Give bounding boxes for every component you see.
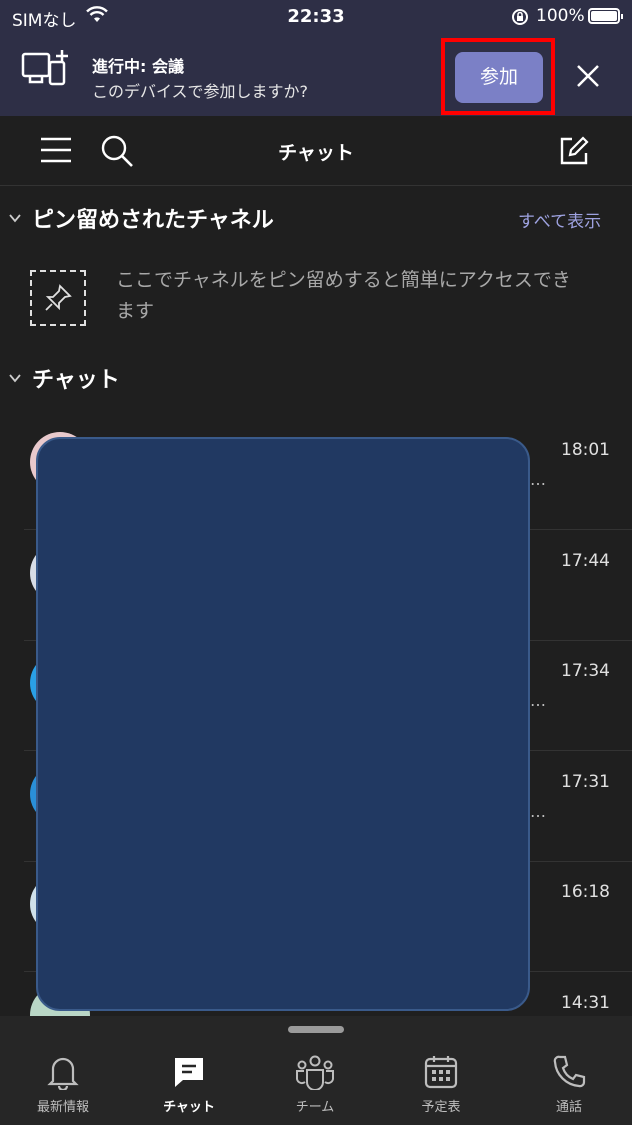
status-bar: SIMなし 22:33 100% <box>0 0 632 34</box>
tab-activity[interactable]: 最新情報 <box>0 1054 126 1115</box>
tab-teams[interactable]: チーム <box>252 1054 378 1115</box>
tab-label: チーム <box>295 1100 335 1115</box>
tab-label: 予定表 <box>421 1100 461 1115</box>
message-preview-ellipsis: … <box>530 801 547 821</box>
tab-label: 最新情報 <box>36 1100 89 1115</box>
pinned-empty-text: ここでチャネルをピン留めすると簡単にアクセスできます <box>116 269 571 322</box>
redaction-overlay <box>36 437 530 1011</box>
chevron-down-icon[interactable] <box>8 210 22 229</box>
tab-chat[interactable]: チャット <box>126 1054 252 1115</box>
meeting-banner: 進行中: 会議 このデバイスで参加しますか? 参加 <box>0 34 632 116</box>
compose-icon[interactable] <box>558 135 590 171</box>
chat-section-title: チャット <box>32 368 120 393</box>
chat-time: 18:01 <box>561 440 610 460</box>
teams-icon <box>296 1055 334 1090</box>
page-title: チャット <box>278 142 354 164</box>
chat-time: 17:34 <box>561 661 610 681</box>
chevron-down-icon[interactable] <box>8 370 22 389</box>
banner-title: 進行中: 会議 <box>92 57 184 76</box>
device-add-icon <box>20 48 72 96</box>
join-button[interactable]: 参加 <box>455 52 543 103</box>
calendar-icon <box>424 1056 458 1089</box>
chat-time: 17:44 <box>561 550 610 571</box>
orientation-lock-icon <box>510 7 530 31</box>
phone-icon <box>553 1055 586 1088</box>
pin-icon <box>45 284 72 311</box>
battery-icon <box>588 8 623 24</box>
tab-label: 通話 <box>555 1100 582 1115</box>
message-preview-ellipsis: … <box>530 691 547 710</box>
chat-time: 14:31 <box>561 992 610 1013</box>
chat-time: 16:18 <box>561 882 610 902</box>
message-preview-ellipsis: … <box>530 470 547 489</box>
drag-handle[interactable] <box>288 1026 344 1033</box>
chat-time: 17:31 <box>561 771 610 792</box>
tab-calls[interactable]: 通話 <box>506 1054 632 1115</box>
tab-calendar[interactable]: 予定表 <box>378 1054 504 1115</box>
pin-placeholder <box>30 270 86 326</box>
tab-bar: 最新情報 チャット チーム 予定表 通話 <box>0 1016 632 1125</box>
show-all-link[interactable]: すべて表示 <box>518 207 601 232</box>
pinned-section-title: ピン留めされたチャネル <box>32 208 274 233</box>
app-header: チャット <box>0 116 632 186</box>
tab-label: チャット <box>163 1100 215 1115</box>
bell-icon <box>47 1057 79 1090</box>
chat-icon <box>175 1058 203 1087</box>
banner-subtitle: このデバイスで参加しますか? <box>92 82 309 101</box>
battery-percent: 100% <box>536 6 585 26</box>
close-icon[interactable] <box>574 62 602 94</box>
